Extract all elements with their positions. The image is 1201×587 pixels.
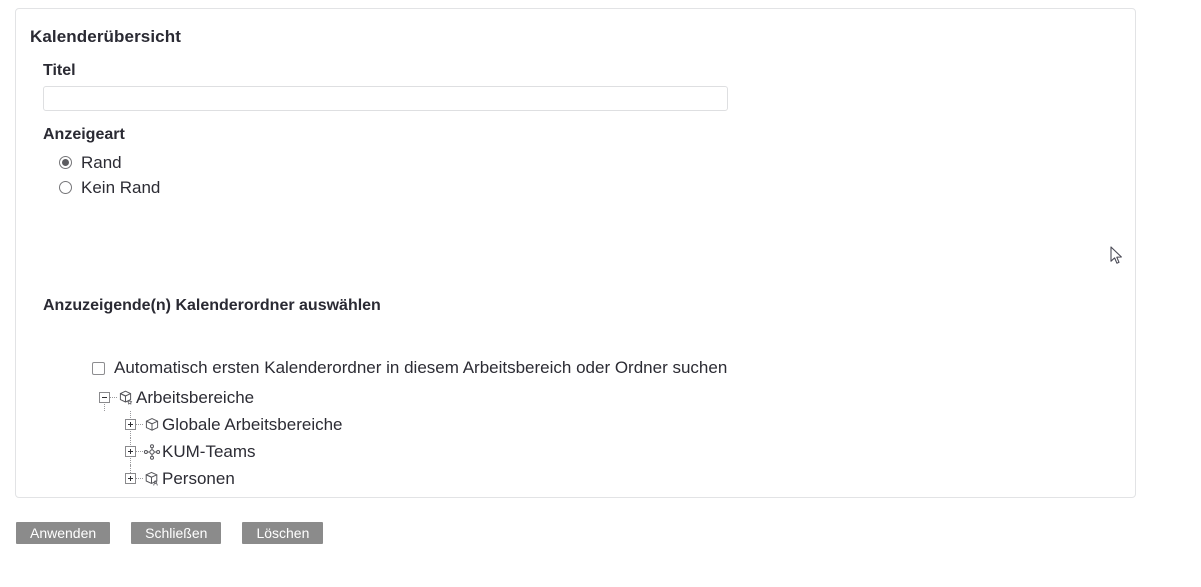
display-mode-label: Anzeigeart bbox=[43, 126, 125, 143]
apply-button[interactable]: Anwenden bbox=[16, 522, 111, 544]
network-nodes-icon bbox=[143, 443, 161, 461]
cube-icon bbox=[143, 416, 161, 434]
tree-expander-expand[interactable] bbox=[125, 419, 136, 430]
tree-node-personen[interactable]: Personen bbox=[30, 465, 1121, 492]
radio-indicator[interactable] bbox=[59, 156, 72, 169]
page-title: Kalenderübersicht bbox=[30, 27, 181, 46]
tree-connector bbox=[136, 450, 143, 453]
title-input[interactable] bbox=[43, 86, 728, 111]
title-field-label: Titel bbox=[43, 62, 76, 79]
tree-node-label: Arbeitsbereiche bbox=[136, 387, 255, 407]
tree-expander-expand[interactable] bbox=[125, 446, 136, 457]
radio-label: Rand bbox=[81, 152, 122, 172]
tree-connector bbox=[110, 396, 117, 399]
tree-node-arbeitsbereiche[interactable]: Arbeitsbereiche bbox=[30, 384, 1121, 411]
auto-find-folder-row[interactable]: Automatisch ersten Kalenderordner in die… bbox=[30, 358, 1121, 378]
calendar-overview-panel: Kalenderübersicht Titel Anzeigeart Rand … bbox=[15, 8, 1136, 498]
calendar-folder-tree: Arbeitsbereiche Globale Arbeitsbereiche … bbox=[30, 384, 1121, 492]
folder-picker-heading: Anzuzeigende(n) Kalenderordner auswählen bbox=[43, 297, 381, 314]
cube-star-icon bbox=[117, 389, 135, 407]
radio-indicator[interactable] bbox=[59, 181, 72, 194]
auto-find-folder-label: Automatisch ersten Kalenderordner in die… bbox=[114, 358, 728, 377]
tree-node-globale-arbeitsbereiche[interactable]: Globale Arbeitsbereiche bbox=[30, 411, 1121, 438]
cube-person-icon bbox=[143, 470, 161, 488]
radio-option-rand[interactable]: Rand bbox=[59, 150, 1121, 175]
delete-button[interactable]: Löschen bbox=[242, 522, 324, 544]
tree-node-kum-teams[interactable]: KUM-Teams bbox=[30, 438, 1121, 465]
tree-node-label: Personen bbox=[162, 468, 235, 488]
tree-node-label: Globale Arbeitsbereiche bbox=[162, 414, 343, 434]
tree-connector bbox=[136, 423, 143, 426]
title-field-row bbox=[30, 86, 1121, 111]
tree-node-label: KUM-Teams bbox=[162, 441, 256, 461]
radio-label: Kein Rand bbox=[81, 177, 161, 197]
tree-expander-expand[interactable] bbox=[125, 473, 136, 484]
close-button[interactable]: Schließen bbox=[131, 522, 222, 544]
display-mode-radio-group: Rand Kein Rand bbox=[30, 150, 1121, 200]
tree-connector bbox=[136, 477, 143, 480]
radio-option-kein-rand[interactable]: Kein Rand bbox=[59, 175, 1121, 200]
tree-expander-collapse[interactable] bbox=[99, 392, 110, 403]
footer-button-bar: Anwenden Schließen Löschen bbox=[16, 522, 324, 544]
auto-find-folder-checkbox[interactable] bbox=[92, 361, 105, 375]
